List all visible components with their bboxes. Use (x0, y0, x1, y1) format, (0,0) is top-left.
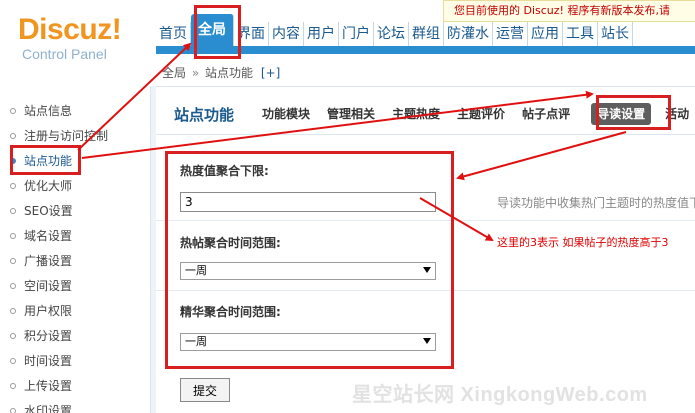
sidebar-item-seo[interactable]: SEO设置 (0, 198, 150, 223)
highlight-box-form (165, 151, 454, 369)
bullet-icon (10, 207, 16, 214)
breadcrumb: 全局 » 站点功能 [+] (162, 64, 280, 81)
site-watermark: 星空站长网 XingkongWeb.com (352, 384, 648, 406)
tab-modules[interactable]: 功能模块 (262, 103, 310, 125)
highlight-box-site-functions (10, 145, 81, 175)
breadcrumb-separator: » (191, 66, 200, 80)
bullet-icon (10, 407, 16, 413)
nav-webmaster[interactable]: 站长 (598, 22, 633, 46)
sidebar-item-space[interactable]: 空间设置 (0, 273, 150, 298)
breadcrumb-site-functions: 站点功能 (205, 66, 254, 80)
highlight-box-guide-settings (596, 95, 671, 130)
bullet-icon (10, 357, 16, 364)
breadcrumb-global[interactable]: 全局 (162, 66, 186, 80)
nav-users[interactable]: 用户 (304, 22, 339, 46)
sidebar-item-site-info[interactable]: 站点信息 (0, 98, 150, 123)
logo-name: Discuz! (18, 13, 122, 46)
nav-forum[interactable]: 论坛 (374, 22, 409, 46)
bullet-icon (10, 282, 16, 289)
bullet-icon (10, 182, 16, 189)
title-divider (156, 134, 695, 135)
annotation-note: 这里的3表示 如果帖子的热度高于3 (497, 236, 669, 249)
nav-portal[interactable]: 门户 (339, 22, 374, 46)
nav-operations[interactable]: 运营 (493, 22, 528, 46)
nav-tools[interactable]: 工具 (563, 22, 598, 46)
highlight-box-global (194, 5, 241, 59)
tab-post-comments[interactable]: 帖子点评 (522, 103, 570, 125)
sidebar-item-permissions[interactable]: 用户权限 (0, 298, 150, 323)
bullet-icon (10, 382, 16, 389)
bullet-icon (10, 307, 16, 314)
add-shortcut-link[interactable]: [+] (261, 66, 280, 80)
discuz-logo: Discuz! Control Panel (18, 13, 138, 63)
breadcrumb-divider (156, 86, 695, 87)
nav-home[interactable]: 首页 (156, 22, 191, 46)
bullet-icon (10, 257, 16, 264)
bullet-icon (10, 232, 16, 239)
sidebar-item-upload[interactable]: 上传设置 (0, 373, 150, 398)
bullet-icon (10, 107, 16, 114)
sidebar-divider (150, 86, 156, 413)
heat-help-text: 导读功能中收集热门主题时的热度值下 (497, 196, 695, 210)
sidebar-item-credits[interactable]: 积分设置 (0, 323, 150, 348)
nav-content[interactable]: 内容 (269, 22, 304, 46)
nav-groups[interactable]: 群组 (409, 22, 444, 46)
sidebar-item-broadcast[interactable]: 广播设置 (0, 248, 150, 273)
arrow-to-form-icon (456, 131, 627, 181)
update-notice[interactable]: 您目前使用的 Discuz! 程序有新版本发布,请 (443, 0, 695, 22)
tab-management[interactable]: 管理相关 (327, 103, 375, 125)
bullet-icon (10, 332, 16, 339)
nav-antispam[interactable]: 防灌水 (444, 22, 493, 46)
sidebar-item-domain[interactable]: 域名设置 (0, 223, 150, 248)
tab-thread-heat[interactable]: 主题热度 (392, 103, 440, 125)
page-title: 站点功能 (174, 106, 235, 124)
logo-subtitle: Control Panel (22, 46, 107, 62)
sidebar-item-time[interactable]: 时间设置 (0, 348, 150, 373)
sidebar-item-watermark[interactable]: 水印设置 (0, 398, 150, 413)
bullet-icon (10, 132, 16, 139)
sidebar-item-optimizer[interactable]: 优化大师 (0, 173, 150, 198)
nav-apps[interactable]: 应用 (528, 22, 563, 46)
tab-thread-rating[interactable]: 主题评价 (457, 103, 505, 125)
submit-button[interactable]: 提交 (180, 378, 230, 402)
